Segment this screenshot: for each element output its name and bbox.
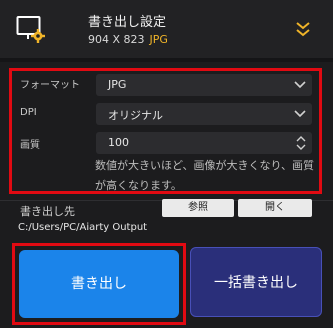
format-value: JPG [108, 78, 127, 91]
image-info: 904 X 823 JPG [88, 33, 168, 46]
dpi-value: オリジナル [108, 109, 163, 122]
dpi-select[interactable]: オリジナル [96, 103, 312, 125]
export-highlight-box: 書き出し [12, 243, 186, 325]
open-folder-button[interactable]: 開く [238, 199, 312, 217]
chevron-down-icon [294, 110, 306, 118]
image-dimensions: 904 X 823 [88, 33, 145, 46]
export-settings-header: 書き出し設定 904 X 823 JPG [0, 0, 333, 58]
quality-value: 100 [108, 136, 129, 149]
browse-button[interactable]: 参照 [162, 199, 234, 217]
quality-input[interactable]: 100 [96, 132, 312, 154]
export-button[interactable]: 書き出し [19, 250, 179, 318]
header-divider [0, 58, 333, 62]
double-chevron-down-icon[interactable] [292, 18, 314, 40]
batch-export-button[interactable]: 一括書き出し [190, 247, 322, 317]
quality-label: 画質 [20, 140, 40, 151]
format-label: フォーマット [20, 80, 80, 91]
quality-hint: 数値が大きいほど、画像が大きくなり、画質が高くなります。 [95, 159, 315, 192]
output-path: C:/Users/PC/Aiarty Output [18, 222, 148, 233]
monitor-gear-icon [16, 16, 45, 43]
dpi-label: DPI [20, 107, 37, 118]
chevron-down-icon [294, 81, 306, 89]
image-format-badge: JPG [149, 33, 168, 46]
format-select[interactable]: JPG [96, 74, 312, 96]
export-settings-title: 書き出し設定 [88, 15, 167, 30]
spinner-arrows-icon[interactable] [296, 135, 306, 151]
output-folder-label: 書き出し先 [20, 205, 75, 218]
